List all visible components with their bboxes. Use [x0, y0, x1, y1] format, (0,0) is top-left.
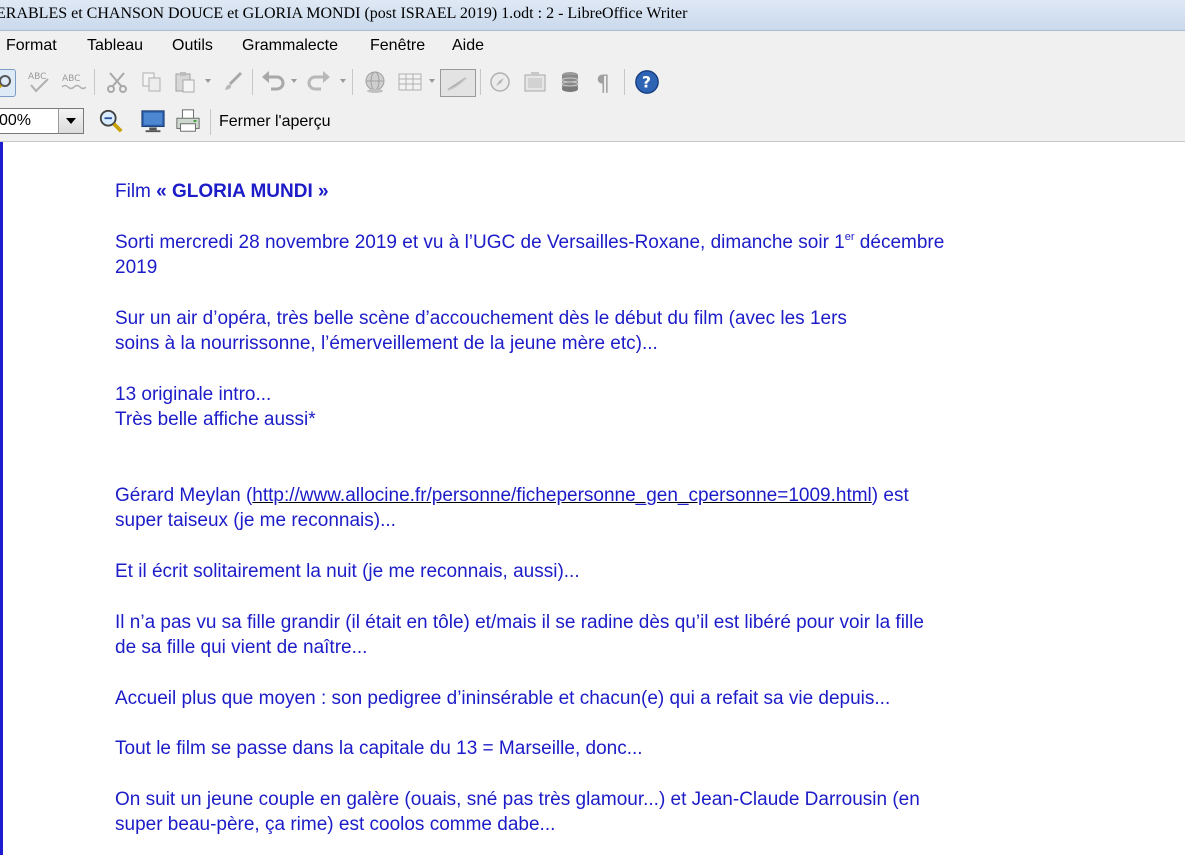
- allocine-link[interactable]: http://www.allocine.fr/personne/ficheper…: [252, 485, 872, 506]
- print-preview-toolbar: Fermer l'aperçu: [0, 101, 1185, 142]
- paragraph-nuit: Et il écrit solitairement la nuit (je me…: [115, 561, 580, 582]
- standard-toolbar: ABC ABC ¶ ?: [0, 61, 1185, 101]
- menu-fenetre[interactable]: Fenêtre: [370, 37, 425, 55]
- film-title-text: « GLORIA MUNDI »: [156, 181, 329, 202]
- table-icon[interactable]: [397, 69, 423, 95]
- paragraph-marseille: Tout le film se passe dans la capitale d…: [115, 738, 643, 759]
- paragraph-couple-line2: super beau-père, ça rime) est coolos com…: [115, 814, 556, 835]
- film-prefix-text: Film: [115, 181, 157, 202]
- paragraph-release: Sorti mercredi 28 novembre 2019 et vu à …: [115, 230, 944, 255]
- copy-icon[interactable]: [139, 69, 165, 95]
- paste-icon[interactable]: [172, 69, 198, 95]
- page-border: [0, 142, 3, 855]
- spellcheck-icon[interactable]: ABC: [26, 69, 52, 95]
- paragraph-fille-line1: Il n’a pas vu sa fille grandir (il était…: [115, 612, 924, 633]
- window-title: ERABLES et CHANSON DOUCE et GLORIA MONDI…: [0, 5, 688, 22]
- menu-bar: Format Tableau Outils Grammalecte Fenêtr…: [0, 31, 1185, 61]
- svg-text:ABC: ABC: [62, 74, 80, 84]
- close-preview-button[interactable]: Fermer l'aperçu: [219, 113, 331, 131]
- full-screen-icon[interactable]: [140, 108, 166, 134]
- undo-icon[interactable]: [260, 69, 286, 95]
- paragraph-accueil: Accueil plus que moyen : son pedigree d’…: [115, 688, 891, 709]
- menu-aide[interactable]: Aide: [452, 37, 484, 55]
- zoom-input[interactable]: [0, 109, 57, 133]
- menu-outils[interactable]: Outils: [172, 37, 213, 55]
- clone-formatting-icon[interactable]: [220, 69, 246, 95]
- redo-icon[interactable]: [306, 69, 332, 95]
- paragraph-intro-line1: 13 originale intro...: [115, 384, 272, 405]
- meylan-prefix-text: Gérard Meylan (: [115, 485, 253, 506]
- svg-text:¶: ¶: [596, 72, 610, 94]
- cut-icon[interactable]: [104, 69, 130, 95]
- menu-grammalecte[interactable]: Grammalecte: [242, 37, 338, 55]
- paragraph-fille-line2: de sa fille qui vient de naître...: [115, 637, 368, 658]
- autospellcheck-icon[interactable]: ABC: [60, 69, 86, 95]
- paragraph-opera-line2: soins à la nourrissonne, l’émerveillemen…: [115, 333, 658, 354]
- navigator-icon[interactable]: [487, 69, 513, 95]
- help-icon[interactable]: ?: [634, 69, 660, 95]
- zoom-icon[interactable]: [98, 108, 124, 134]
- paragraph-opera-line1: Sur un air d’opéra, très belle scène d’a…: [115, 308, 847, 329]
- document-area[interactable]: Film « GLORIA MUNDI » Sorti mercredi 28 …: [0, 142, 1185, 855]
- menu-tableau[interactable]: Tableau: [87, 37, 143, 55]
- hyperlink-icon[interactable]: [362, 69, 388, 95]
- print-icon[interactable]: [175, 108, 201, 134]
- formatting-marks-icon[interactable]: ¶: [592, 69, 618, 95]
- menu-format[interactable]: Format: [6, 37, 57, 55]
- paragraph-release-line2: 2019: [115, 257, 158, 278]
- paragraph-intro-line2: Très belle affiche aussi*: [115, 409, 316, 430]
- svg-text:?: ?: [642, 73, 651, 92]
- paragraph-couple-line1: On suit un jeune couple en galère (ouais…: [115, 789, 920, 810]
- meylan-suffix-text: ) est: [871, 485, 909, 506]
- data-sources-icon[interactable]: [557, 69, 583, 95]
- gallery-icon[interactable]: [522, 69, 548, 95]
- ordinal-superscript: er: [844, 231, 855, 243]
- zoom-dropdown-button[interactable]: [58, 109, 83, 133]
- paragraph-meylan-line2: super taiseux (je me reconnais)...: [115, 510, 396, 531]
- release-text: Sorti mercredi 28 novembre 2019 et vu à …: [115, 232, 845, 253]
- paragraph-film-title: Film « GLORIA MUNDI »: [115, 179, 329, 204]
- svg-text:ABC: ABC: [28, 72, 46, 82]
- paragraph-meylan: Gérard Meylan (http://www.allocine.fr/pe…: [115, 483, 909, 508]
- find-icon[interactable]: [0, 69, 16, 97]
- draw-functions-icon[interactable]: [440, 69, 476, 97]
- release-text-end: décembre: [854, 232, 945, 253]
- window-titlebar: ERABLES et CHANSON DOUCE et GLORIA MONDI…: [0, 0, 1185, 31]
- chevron-down-icon: [66, 118, 76, 124]
- zoom-combobox[interactable]: [0, 108, 84, 134]
